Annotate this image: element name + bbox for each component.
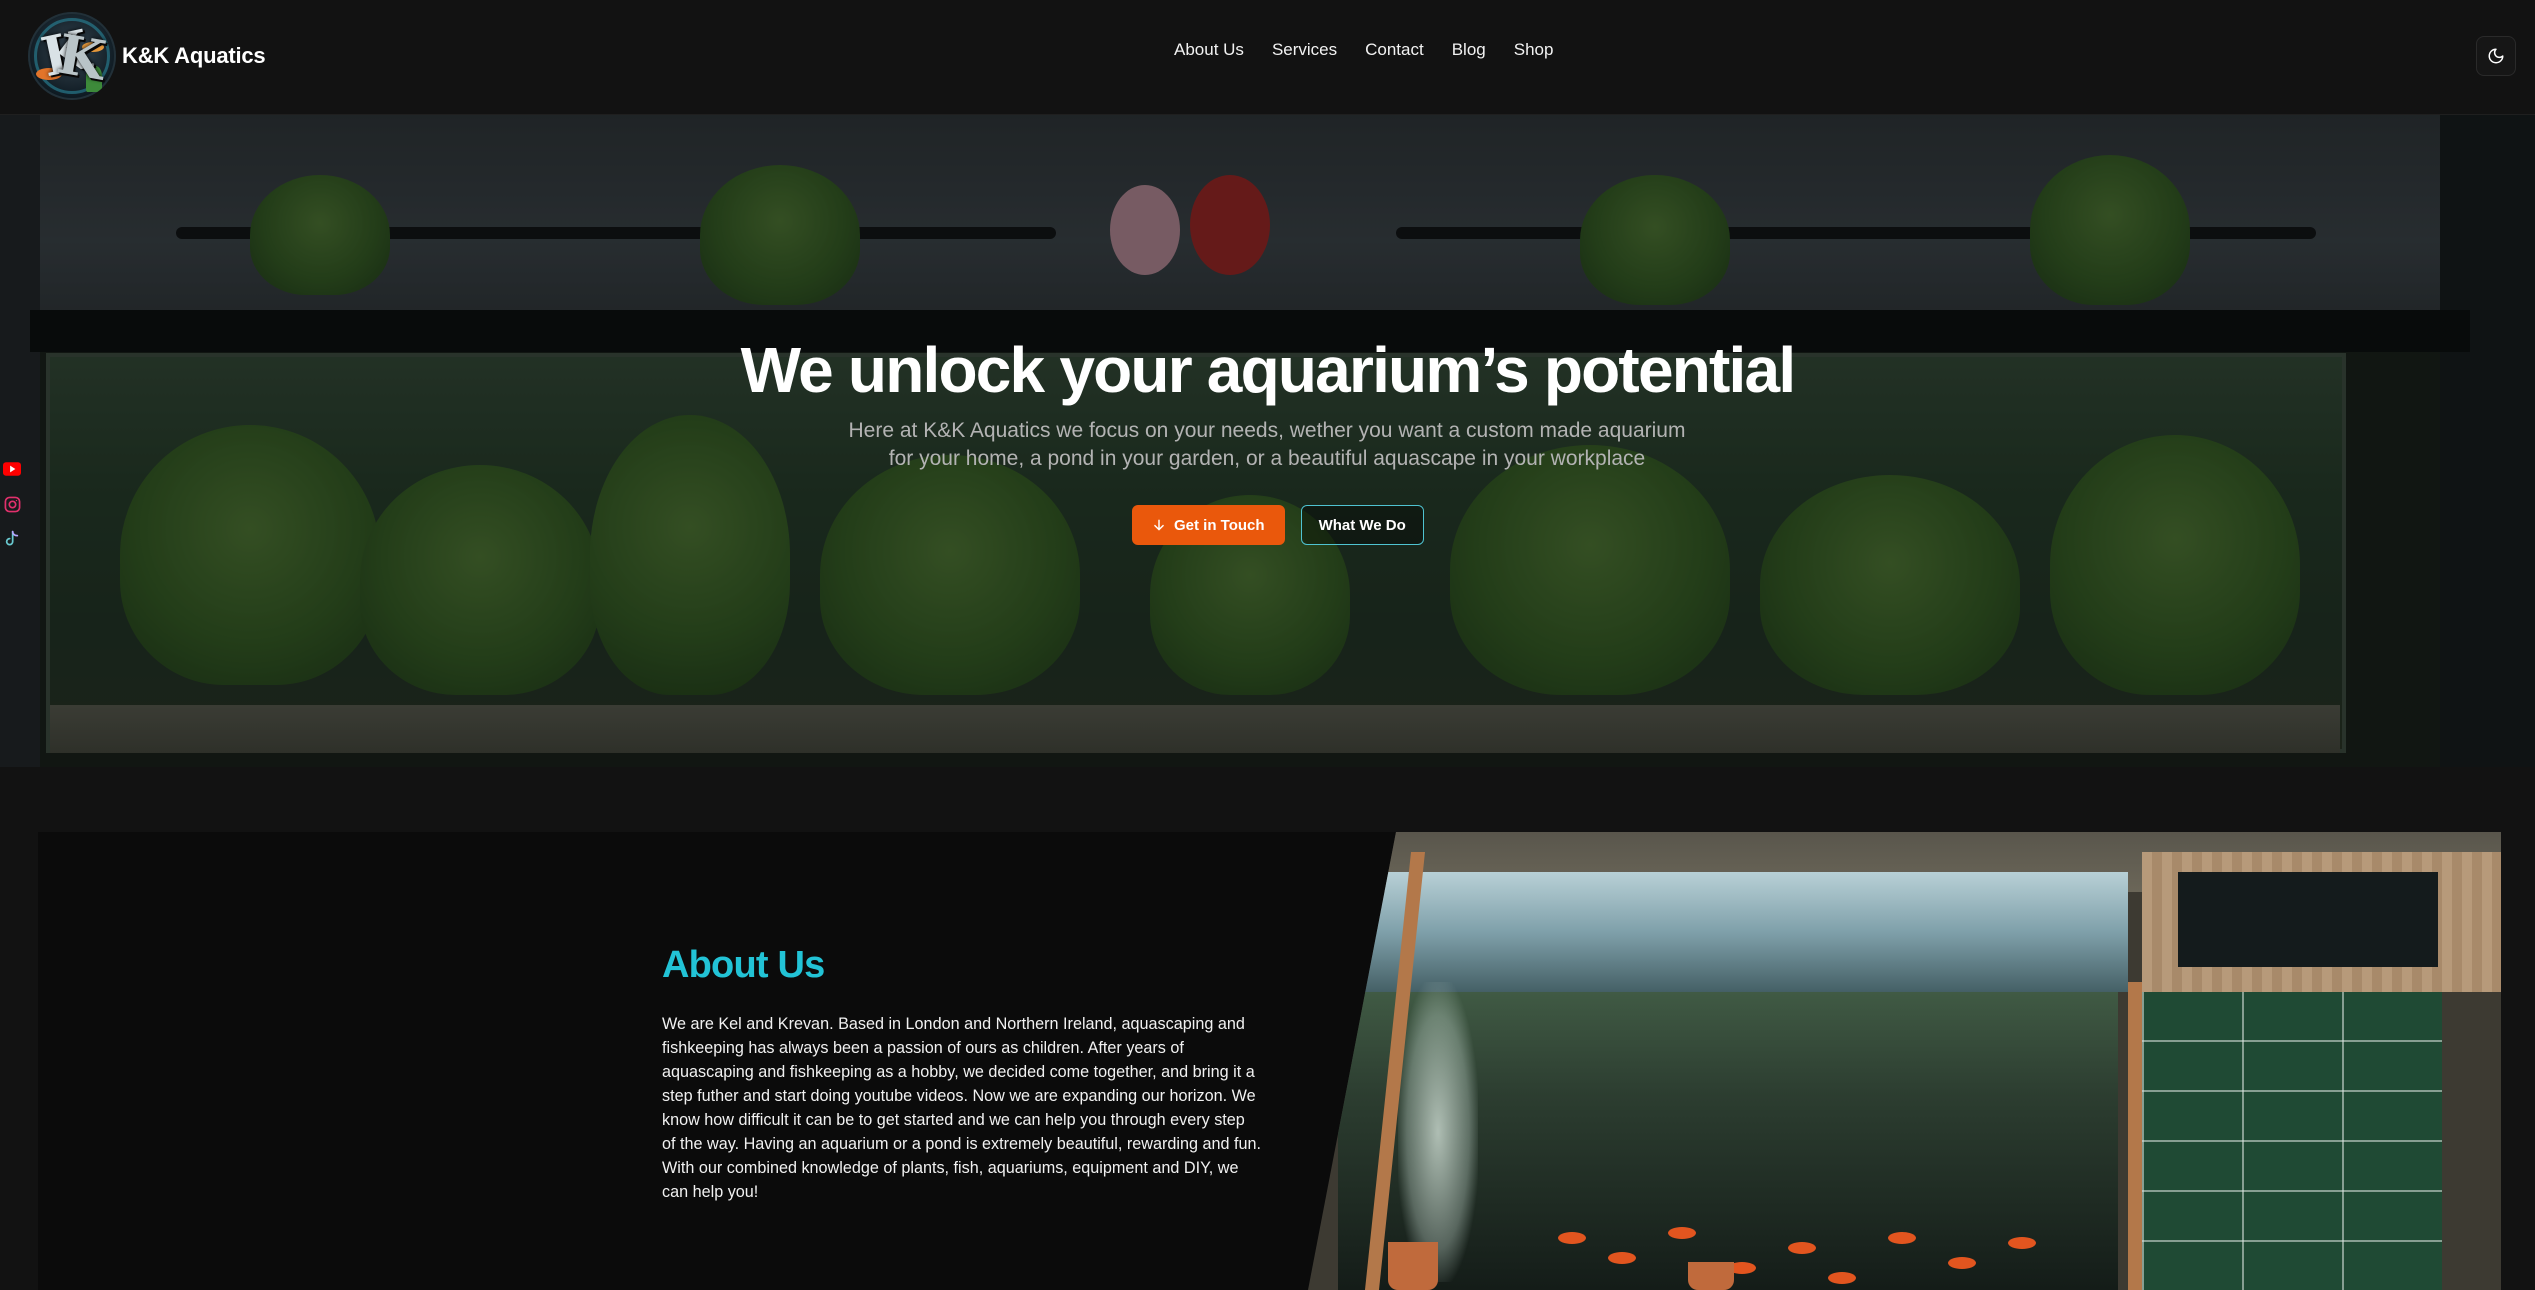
hero-buttons: Get in Touch What We Do (1132, 505, 1424, 545)
social-links (3, 460, 21, 548)
site-header: K K K&K Aquatics About Us Services Conta… (0, 0, 2535, 115)
nav-contact[interactable]: Contact (1365, 40, 1424, 60)
nav-about-us[interactable]: About Us (1174, 40, 1244, 60)
hero-subtitle-line: for your home, a pond in your garden, or… (888, 447, 1646, 470)
arrow-down-icon (1154, 519, 1164, 531)
instagram-icon (4, 496, 20, 512)
nav-services[interactable]: Services (1272, 40, 1337, 60)
moon-icon (2488, 48, 2504, 64)
tiktok-icon (5, 530, 19, 546)
brand-name[interactable]: K&K Aquatics (122, 43, 266, 69)
nav-blog[interactable]: Blog (1452, 40, 1486, 60)
hero-section: We unlock your aquarium’s potential Here… (0, 115, 2535, 767)
youtube-icon (3, 462, 21, 476)
theme-toggle-button[interactable] (2476, 36, 2516, 76)
main-nav: About Us Services Contact Blog Shop (1174, 40, 1553, 60)
hero-title: We unlock your aquarium’s potential (740, 334, 1796, 406)
brand[interactable]: K K K&K Aquatics (28, 10, 266, 102)
kk-aquatics-logo[interactable]: K K (28, 12, 116, 100)
what-we-do-label: What We Do (1318, 516, 1406, 534)
logo-letter: K (52, 21, 111, 93)
about-section: About Us We are Kel and Krevan. Based in… (38, 832, 2501, 1290)
hero-content: We unlock your aquarium’s potential Here… (0, 115, 2535, 767)
nav-shop[interactable]: Shop (1514, 40, 1554, 60)
youtube-link[interactable] (3, 460, 21, 478)
tiktok-link[interactable] (3, 530, 21, 548)
hero-subtitle: Here at K&K Aquatics we focus on your ne… (817, 417, 1717, 473)
hero-subtitle-line: Here at K&K Aquatics we focus on your ne… (848, 419, 1686, 442)
get-in-touch-button[interactable]: Get in Touch (1132, 505, 1285, 545)
about-text: We are Kel and Krevan. Based in London a… (662, 1015, 1261, 1201)
what-we-do-button[interactable]: What We Do (1300, 505, 1424, 545)
about-title: About Us (662, 944, 825, 986)
pond-photo (1308, 832, 2501, 1290)
instagram-link[interactable] (3, 495, 21, 513)
get-in-touch-label: Get in Touch (1174, 516, 1265, 534)
